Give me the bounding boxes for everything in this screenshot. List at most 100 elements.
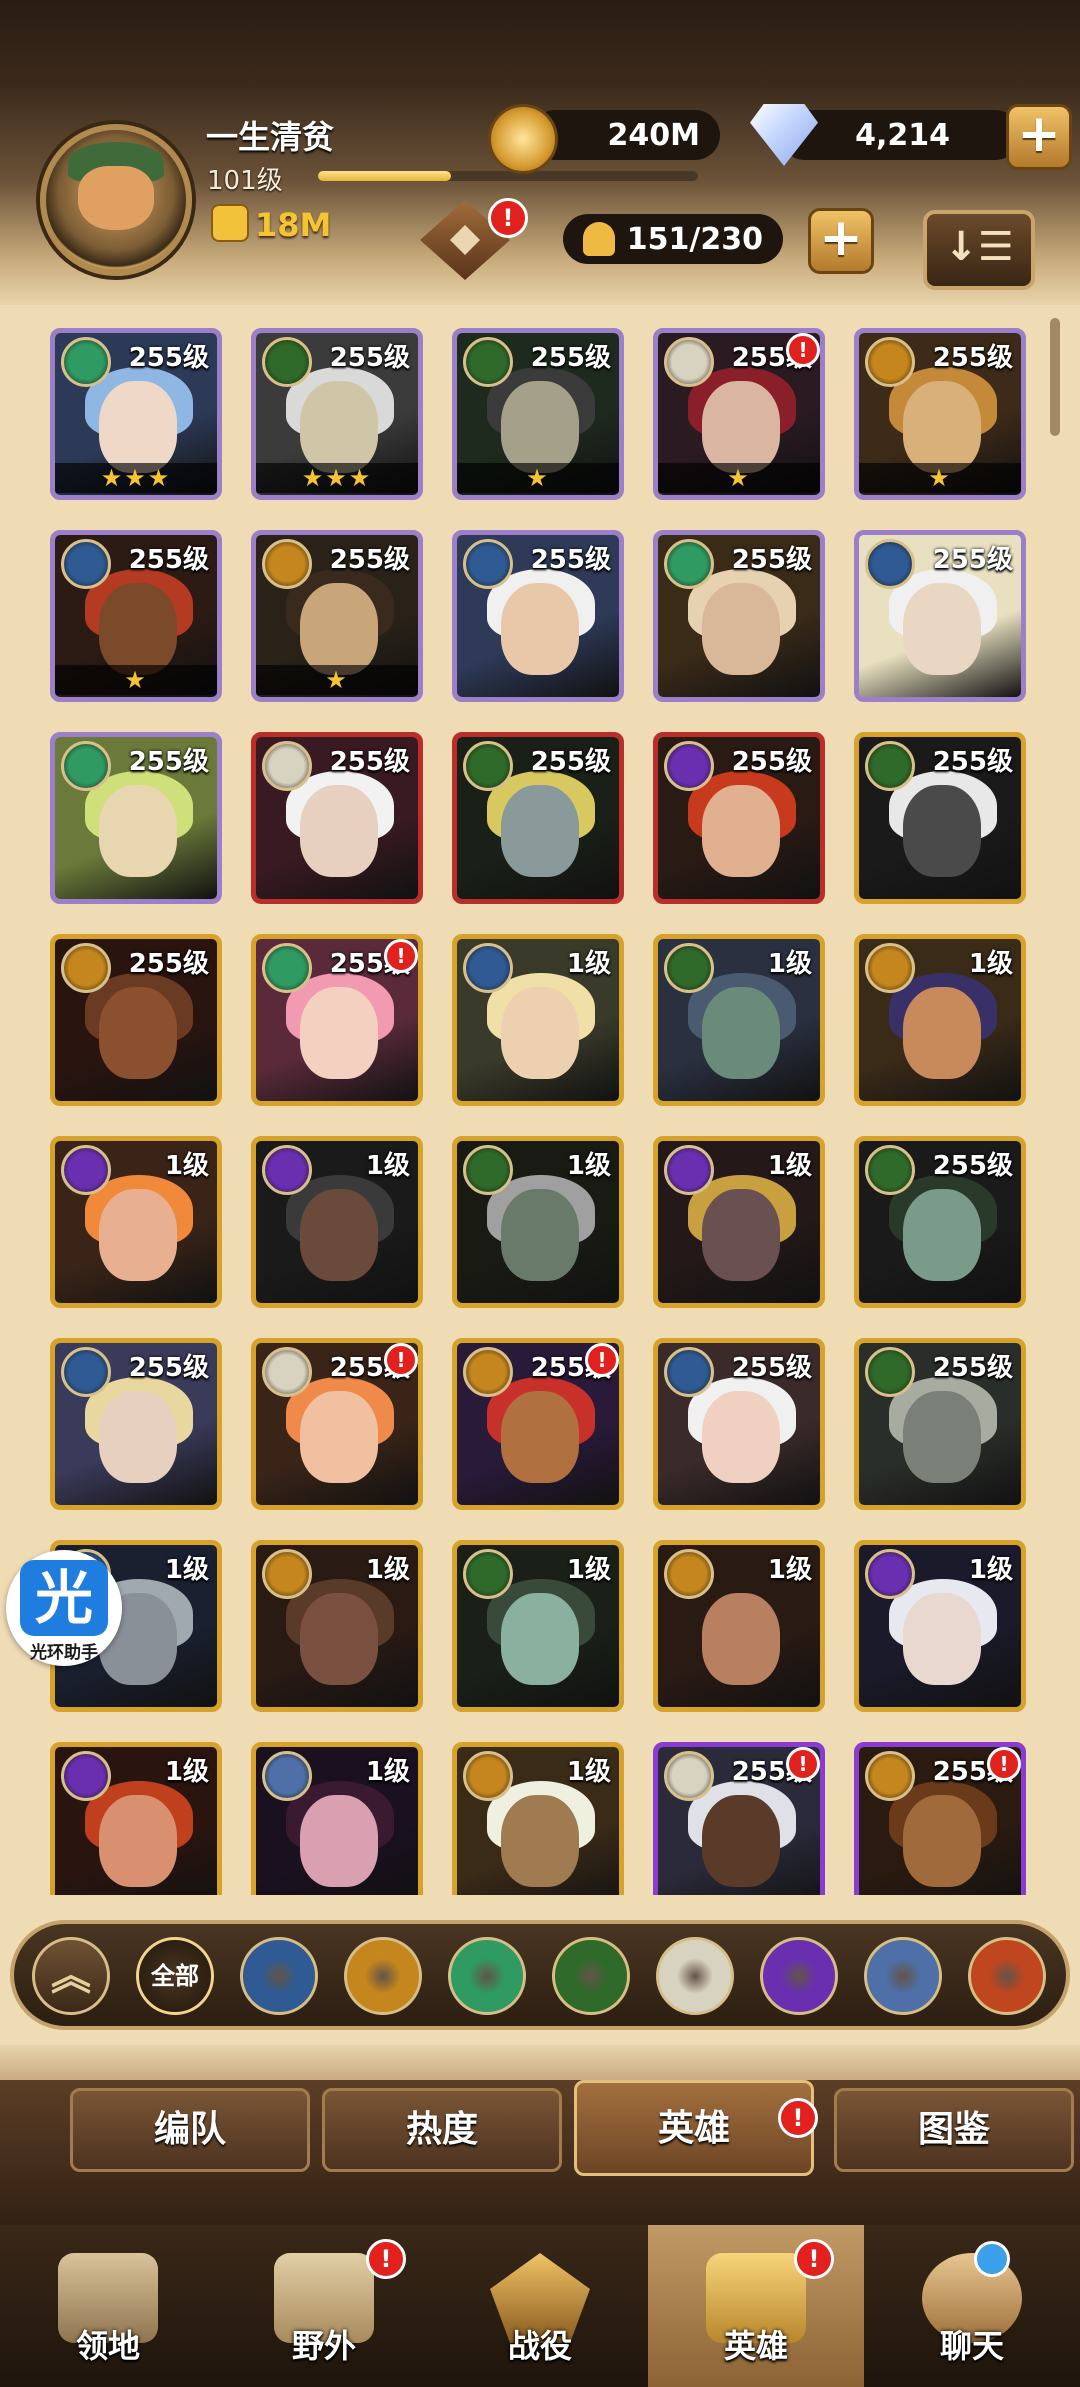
wilder-icon[interactable] xyxy=(448,1937,526,2015)
xp-bar-fill xyxy=(318,171,451,181)
hero-card[interactable]: 255级! xyxy=(251,934,423,1106)
collapse-chevron-icon[interactable]: ︽ xyxy=(32,1937,110,2015)
hero-card[interactable]: 1级 xyxy=(452,1742,624,1895)
graveborn-icon xyxy=(463,741,513,791)
hero-card[interactable]: 255级 ★! xyxy=(653,328,825,500)
mauler-icon xyxy=(262,1549,312,1599)
hero-card[interactable]: 255级 ★ xyxy=(452,328,624,500)
power-value: 18M xyxy=(211,204,331,244)
hero-card[interactable]: 255级 xyxy=(452,530,624,702)
hero-card[interactable]: 1级 xyxy=(653,1540,825,1712)
tab-codex[interactable]: 图鉴 xyxy=(834,2088,1074,2172)
hero-stars: ★ xyxy=(457,463,619,493)
dimensional-icon[interactable] xyxy=(864,1937,942,2015)
hero-card[interactable]: 255级 xyxy=(50,934,222,1106)
hero-level: 255级 xyxy=(329,545,410,575)
hero-card[interactable]: 255级 xyxy=(653,732,825,904)
hero-card[interactable]: 255级 xyxy=(854,1136,1026,1308)
mauler-icon[interactable] xyxy=(344,1937,422,2015)
hero-card[interactable]: 1级 xyxy=(251,1540,423,1712)
hero-level: 1级 xyxy=(365,1151,410,1181)
hero-card[interactable]: 1级 xyxy=(251,1742,423,1895)
hero-card[interactable]: 255级! xyxy=(653,1742,825,1895)
hero-card[interactable]: 255级 ★ xyxy=(854,328,1026,500)
hero-card[interactable]: 255级! xyxy=(854,1742,1026,1895)
mauler-icon xyxy=(865,337,915,387)
xp-bar xyxy=(318,171,698,181)
add-gems-button[interactable]: + xyxy=(1006,104,1072,170)
hero-level: 255级 xyxy=(530,747,611,777)
hero-level: 1级 xyxy=(566,1151,611,1181)
hero-card[interactable]: 1级 xyxy=(452,1136,624,1308)
celestial-icon xyxy=(664,1751,714,1801)
expand-capacity-button[interactable]: + xyxy=(808,208,874,274)
hero-card[interactable]: 1级 xyxy=(452,934,624,1106)
hero-stars: ★ xyxy=(256,665,418,695)
hero-card[interactable]: 1级 xyxy=(854,934,1026,1106)
nav-heroes-label: 英雄 xyxy=(723,2327,788,2365)
hero-card[interactable]: 255级 ★★★ xyxy=(251,328,423,500)
hero-card[interactable]: 255级 ★ xyxy=(50,530,222,702)
hero-level: 255级 xyxy=(128,747,209,777)
hero-card[interactable]: 255级! xyxy=(251,1338,423,1510)
hero-card[interactable]: 255级 xyxy=(452,732,624,904)
grid-scrollbar[interactable] xyxy=(1050,318,1060,436)
hero-level: 255级 xyxy=(731,1353,812,1383)
hero-card[interactable]: 255级 xyxy=(653,1338,825,1510)
filter-all-button[interactable]: 全部 xyxy=(136,1937,214,2015)
nav-field[interactable]: 野外 ! xyxy=(216,2225,432,2387)
wilder-icon xyxy=(664,539,714,589)
hero-card[interactable]: 255级 xyxy=(50,732,222,904)
gold-coin-icon xyxy=(488,104,558,174)
hero-alert-badge: ! xyxy=(786,333,820,367)
nav-chat-label: 聊天 xyxy=(939,2327,1004,2365)
hero-level: 255级 xyxy=(932,1353,1013,1383)
hero-level: 255级 xyxy=(128,1353,209,1383)
nav-campaign-label: 战役 xyxy=(507,2327,572,2365)
hero-card[interactable]: 1级 xyxy=(854,1540,1026,1712)
hero-tabs: 编队 热度 英雄 ! 图鉴 xyxy=(0,2080,1080,2240)
hero-level: 255级 xyxy=(932,747,1013,777)
hero-card[interactable]: 1级 xyxy=(653,934,825,1106)
hero-card[interactable]: 255级 xyxy=(854,530,1026,702)
hero-card[interactable]: 255级! xyxy=(452,1338,624,1510)
player-level: 101级 xyxy=(207,166,283,196)
player-avatar[interactable] xyxy=(40,124,192,276)
sort-button[interactable]: ↓☰ xyxy=(923,210,1035,290)
hero-card[interactable]: 255级 xyxy=(653,530,825,702)
bottom-nav: 领地 野外 ! 战役 英雄 ! 聊天 xyxy=(0,2225,1080,2387)
lightbearer-icon[interactable] xyxy=(240,1937,318,2015)
nav-chat[interactable]: 聊天 xyxy=(864,2225,1080,2387)
hero-card[interactable]: 1级 xyxy=(50,1742,222,1895)
nav-campaign[interactable]: 战役 xyxy=(432,2225,648,2387)
fire-icon[interactable] xyxy=(968,1937,1046,2015)
hero-card[interactable]: 255级 ★★★ xyxy=(50,328,222,500)
hypogean-icon[interactable] xyxy=(760,1937,838,2015)
nav-heroes[interactable]: 英雄 ! xyxy=(648,2225,864,2387)
hero-card[interactable]: 255级 xyxy=(854,1338,1026,1510)
hero-card[interactable]: 255级 xyxy=(50,1338,222,1510)
lightbearer-icon xyxy=(865,539,915,589)
hero-card[interactable]: 1级 xyxy=(50,1136,222,1308)
nav-heroes-alert: ! xyxy=(794,2239,834,2279)
nav-ranhorn[interactable]: 领地 xyxy=(0,2225,216,2387)
wilder-icon xyxy=(61,741,111,791)
hero-card[interactable]: 1级 xyxy=(452,1540,624,1712)
hero-card[interactable]: 255级 xyxy=(854,732,1026,904)
tab-popularity[interactable]: 热度 xyxy=(322,2088,562,2172)
hero-card[interactable]: 1级 xyxy=(251,1136,423,1308)
guanghuan-assistant-overlay[interactable]: 光 光环助手 xyxy=(6,1550,122,1666)
hero-card[interactable]: 255级 ★ xyxy=(251,530,423,702)
celestial-icon[interactable] xyxy=(656,1937,734,2015)
tab-heroes[interactable]: 英雄 xyxy=(574,2080,814,2176)
hero-card[interactable]: 1级 xyxy=(653,1136,825,1308)
hero-alert-badge: ! xyxy=(786,1747,820,1781)
hero-card[interactable]: 255级 xyxy=(251,732,423,904)
hero-capacity: 151/230 xyxy=(563,214,783,264)
graveborn-icon xyxy=(865,1145,915,1195)
mauler-icon xyxy=(865,1751,915,1801)
player-name: 一生清贫 xyxy=(206,118,335,156)
graveborn-icon[interactable] xyxy=(552,1937,630,2015)
tab-formation[interactable]: 编队 xyxy=(70,2088,310,2172)
hero-stars: ★ xyxy=(55,665,217,695)
